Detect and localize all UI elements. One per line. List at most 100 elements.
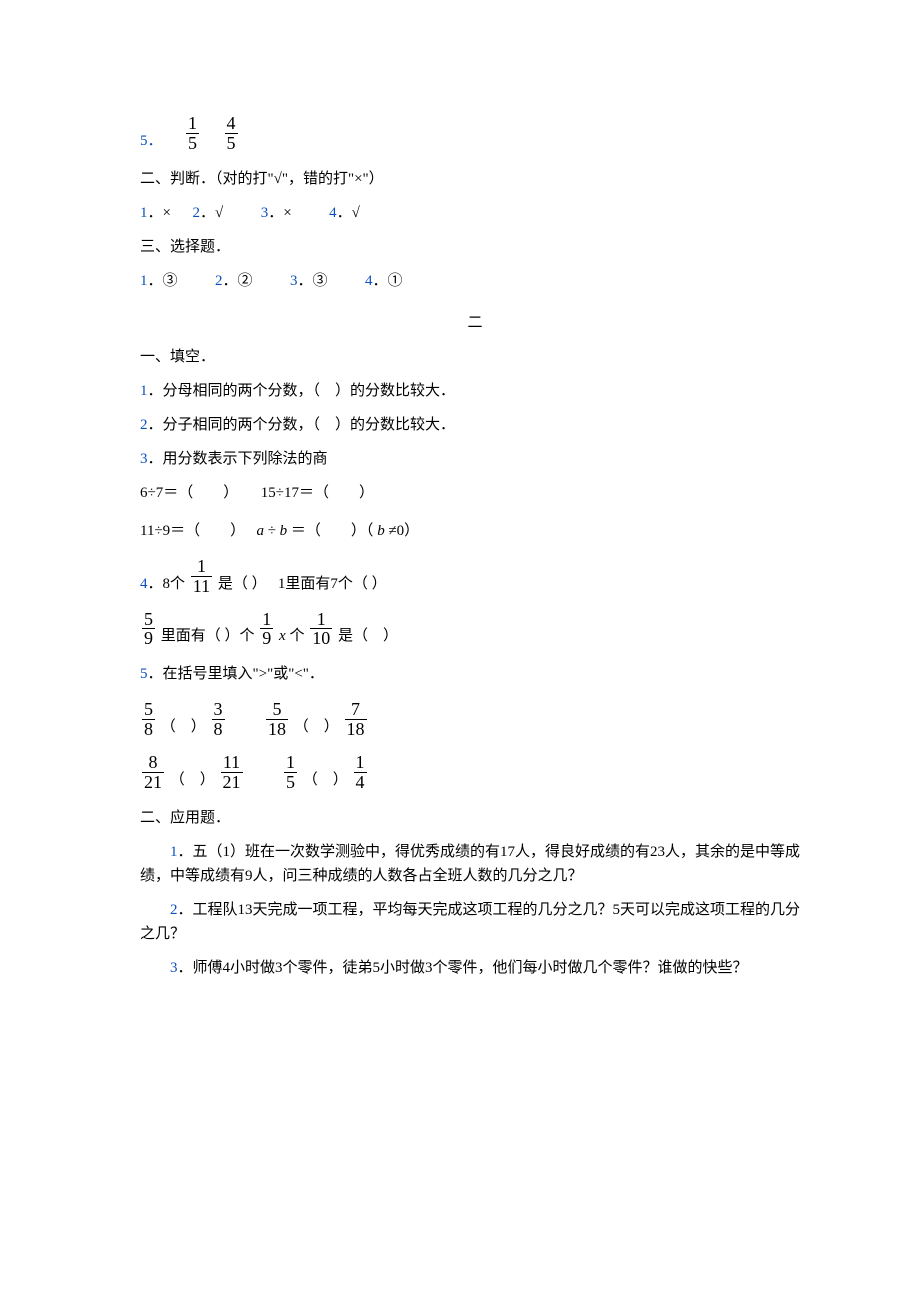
fraction-numerator: 5 — [266, 700, 288, 720]
fill-q4b: 是（ ） 1里面有7个（ ） — [218, 572, 387, 596]
fraction-denominator: 5 — [284, 773, 297, 792]
fraction-numerator: 4 — [225, 114, 238, 134]
var-x: x — [279, 624, 286, 648]
paren-blank: （ ） — [303, 768, 348, 792]
fill-heading: 一、填空． — [140, 345, 810, 369]
fill-q5-text: ．在括号里填入">"或"<"． — [148, 666, 324, 682]
fraction-denominator: 9 — [142, 629, 155, 648]
paren-blank: （ ） — [161, 715, 206, 739]
judge-a4-num: 4 — [329, 205, 337, 221]
judge-a2-num: 2 — [192, 205, 200, 221]
fill-q3-line2c: ≠0） — [388, 523, 419, 539]
fraction-5-9: 5 9 — [142, 610, 155, 649]
fraction-8-21: 8 21 — [142, 753, 164, 792]
answers-q5: 5． 1 5 4 5 — [140, 114, 810, 153]
fill-q3-text: ．用分数表示下列除法的商 — [148, 451, 328, 467]
fill-q4c-mid1: 里面有（ ）个 — [161, 624, 255, 648]
choice-a4: ．① — [373, 273, 403, 289]
choice-a1-num: 1 — [140, 273, 148, 289]
app-q1: 1．五（1）班在一次数学测验中，得优秀成绩的有17人，得良好成绩的有23人，其余… — [140, 840, 810, 888]
choice-a2-num: 2 — [215, 273, 223, 289]
var-a: a — [256, 523, 264, 539]
choice-a2: ．② — [223, 273, 253, 289]
fill-q1-num: 1 — [140, 383, 148, 399]
fill-q5-row1: 5 8 （ ） 3 8 5 18 （ ） 7 18 — [140, 700, 810, 739]
fraction-1-4: 1 4 — [354, 753, 367, 792]
fraction-numerator: 7 — [345, 700, 367, 720]
fill-q3-line2a: 11÷9＝（ ） — [140, 523, 253, 539]
app-q2: 2．工程队13天完成一项工程，平均每天完成这项工程的几分之几？5天可以完成这项工… — [140, 898, 810, 946]
var-b2: b — [377, 523, 385, 539]
judge-answers: 1．× 2．√ 3．× 4．√ — [140, 201, 810, 225]
fill-q3-num: 3 — [140, 451, 148, 467]
fraction-7-18: 7 18 — [345, 700, 367, 739]
choice-answers: 1．③ 2．② 3．③ 4．① — [140, 269, 810, 293]
fraction-numerator: 1 — [260, 610, 273, 630]
fraction-denominator: 8 — [212, 720, 225, 739]
document-page: 5． 1 5 4 5 二、判断．（对的打"√"，错的打"×"） 1．× 2．√ … — [0, 0, 920, 1302]
fraction-denominator: 11 — [191, 577, 212, 596]
var-b: b — [280, 523, 288, 539]
fraction-5-8: 5 8 — [142, 700, 155, 739]
fraction-denominator: 5 — [186, 134, 199, 153]
fraction-denominator: 8 — [142, 720, 155, 739]
fraction-1-10: 1 10 — [310, 610, 332, 649]
fraction-numerator: 5 — [142, 610, 155, 630]
q5-dot: ． — [148, 129, 163, 153]
fill-q4c-mid2: 个 — [289, 624, 304, 648]
choice-heading: 三、选择题． — [140, 235, 810, 259]
fill-q4-num: 4 — [140, 572, 148, 596]
app-q1-text: ．五（1）班在一次数学测验中，得优秀成绩的有17人，得良好成绩的有23人，其余的… — [140, 844, 800, 884]
section-title-2: 二 — [140, 311, 810, 335]
fraction-1-5: 1 5 — [186, 114, 199, 153]
fraction-1-11: 1 11 — [191, 557, 212, 596]
fill-q2: 2．分子相同的两个分数，（ ）的分数比较大． — [140, 413, 810, 437]
fill-q3-line2b: ＝（ ）（ — [291, 523, 374, 539]
judge-a3: ．× — [268, 205, 291, 221]
q5-number: 5 — [140, 129, 148, 153]
choice-a4-num: 4 — [365, 273, 373, 289]
fraction-numerator: 3 — [212, 700, 225, 720]
fill-q1: 1．分母相同的两个分数，（ ）的分数比较大． — [140, 379, 810, 403]
fill-q5-row2: 8 21 （ ） 11 21 1 5 （ ） 1 4 — [140, 753, 810, 792]
judge-a4: ．√ — [337, 205, 360, 221]
div-sign: ÷ — [268, 523, 276, 539]
app-q1-num: 1 — [170, 844, 178, 860]
fill-q4: 4．8个 1 11 是（ ） 1里面有7个（ ） — [140, 557, 810, 596]
fraction-4-5: 4 5 — [225, 114, 238, 153]
fraction-numerator: 1 — [310, 610, 332, 630]
fraction-5-18: 5 18 — [266, 700, 288, 739]
fill-q5-num: 5 — [140, 666, 148, 682]
app-q3-num: 3 — [170, 960, 178, 976]
fraction-denominator: 21 — [221, 773, 243, 792]
fill-q5: 5．在括号里填入">"或"<"． — [140, 662, 810, 686]
fraction-numerator: 11 — [221, 753, 243, 773]
paren-blank: （ ） — [170, 768, 215, 792]
fraction-numerator: 1 — [284, 753, 297, 773]
judge-a1-num: 1 — [140, 205, 148, 221]
fraction-1-9: 1 9 — [260, 610, 273, 649]
fraction-denominator: 5 — [225, 134, 238, 153]
judge-a2: ．√ — [200, 205, 223, 221]
fraction-denominator: 18 — [266, 720, 288, 739]
fraction-denominator: 10 — [310, 629, 332, 648]
choice-a3-num: 3 — [290, 273, 298, 289]
fraction-numerator: 1 — [186, 114, 199, 134]
fill-q2-num: 2 — [140, 417, 148, 433]
fraction-3-8: 3 8 — [212, 700, 225, 739]
choice-a1: ．③ — [148, 273, 178, 289]
fill-q1-text: ．分母相同的两个分数，（ ）的分数比较大． — [148, 383, 456, 399]
fill-q4a: ．8个 — [148, 572, 186, 596]
choice-a3: ．③ — [298, 273, 328, 289]
app-q3: 3．师傅4小时做3个零件，徒弟5小时做3个零件，他们每小时做几个零件？谁做的快些… — [140, 956, 810, 980]
app-q2-text: ．工程队13天完成一项工程，平均每天完成这项工程的几分之几？5天可以完成这项工程… — [140, 902, 800, 942]
judge-heading: 二、判断．（对的打"√"，错的打"×"） — [140, 167, 810, 191]
fill-q3-line2: 11÷9＝（ ） a ÷ b ＝（ ）（ b ≠0） — [140, 519, 810, 543]
fill-q3-line1: 6÷7＝（ ） 15÷17＝（ ） — [140, 481, 810, 505]
fraction-numerator: 5 — [142, 700, 155, 720]
fraction-1-5: 1 5 — [284, 753, 297, 792]
app-q2-num: 2 — [170, 902, 178, 918]
fraction-denominator: 21 — [142, 773, 164, 792]
app-heading: 二、应用题． — [140, 806, 810, 830]
app-q3-text: ．师傅4小时做3个零件，徒弟5小时做3个零件，他们每小时做几个零件？谁做的快些？ — [178, 960, 748, 976]
